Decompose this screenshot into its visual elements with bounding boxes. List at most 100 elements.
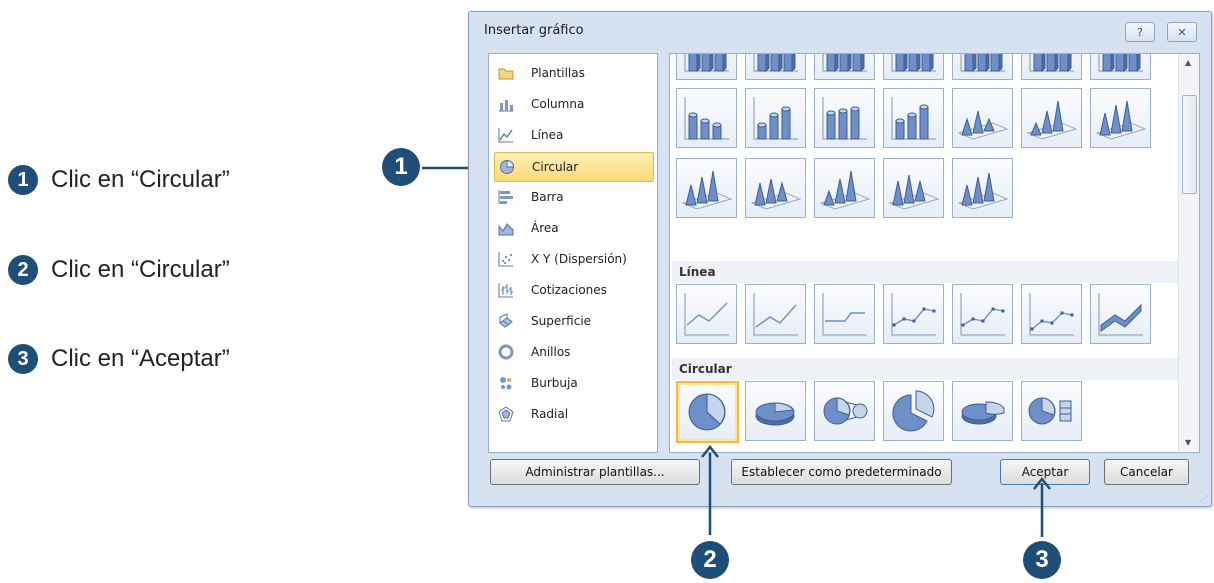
resize-grip-icon[interactable]: ⋰ — [1200, 494, 1208, 503]
category-label: Plantillas — [531, 66, 585, 80]
pie-chart-type-icon — [688, 393, 726, 431]
line-chart-type-thumbnail[interactable] — [676, 284, 737, 344]
pyramid-chart-type-icon — [819, 170, 871, 210]
area-chart-icon — [498, 220, 514, 236]
callout-arrow-2 — [701, 445, 719, 535]
set-default-button[interactable]: Establecer como predeterminado — [731, 459, 952, 485]
pyramid-chart-type-thumbnail[interactable] — [745, 158, 806, 218]
3d-pie-chart-type-thumbnail[interactable] — [745, 381, 806, 441]
cylinder-chart-type-icon — [891, 97, 936, 140]
help-button[interactable]: ? — [1125, 22, 1155, 42]
category-item-burbuja[interactable]: Burbuja — [494, 370, 652, 396]
pie-of-pie-chart-type-thumbnail[interactable] — [814, 381, 875, 441]
line-chart-type-thumbnail[interactable] — [745, 284, 806, 344]
cone-chart-type-icon — [1026, 100, 1078, 140]
scatter-chart-icon — [498, 251, 514, 267]
doughnut-chart-icon — [498, 344, 514, 360]
line-chart-type-thumbnail[interactable] — [883, 284, 944, 344]
column-chart-type-thumbnail[interactable] — [745, 54, 806, 80]
manage-templates-button[interactable]: Administrar plantillas... — [490, 459, 700, 485]
callout-arrow-3 — [1033, 477, 1051, 537]
exploded-3d-pie-chart-type-thumbnail[interactable] — [952, 381, 1013, 441]
column-chart-type-thumbnail[interactable] — [1021, 54, 1082, 80]
callout-1: 1 — [382, 148, 420, 186]
column-chart-type-icon — [1098, 54, 1143, 73]
cone-chart-type-icon — [1095, 100, 1147, 140]
pyramid-chart-type-thumbnail[interactable] — [883, 158, 944, 218]
cone-chart-type-thumbnail[interactable] — [952, 88, 1013, 148]
pie-chart-type-thumbnail[interactable] — [676, 381, 739, 443]
instruction-step-1: 1 Clic en “Circular” — [8, 165, 230, 195]
callout-3: 3 — [1023, 541, 1061, 579]
section-header-circular: Circular — [672, 358, 1185, 380]
chart-gallery: Línea Circular ▲ ▼ — [669, 53, 1200, 453]
column-chart-type-thumbnail[interactable] — [883, 54, 944, 80]
column-chart-type-icon — [1029, 54, 1074, 73]
pyramid-chart-type-thumbnail[interactable] — [676, 158, 737, 218]
category-label: Barra — [531, 190, 564, 204]
category-label: X Y (Dispersión) — [531, 252, 627, 266]
category-label: Cotizaciones — [531, 283, 607, 297]
pyramid-chart-type-icon — [888, 174, 940, 210]
category-item-dispersion[interactable]: X Y (Dispersión) — [494, 246, 652, 272]
category-item-circular[interactable]: Circular — [494, 152, 654, 182]
callout-2: 2 — [691, 541, 729, 579]
folder-icon — [498, 65, 514, 81]
cone-chart-type-thumbnail[interactable] — [1090, 88, 1151, 148]
step-text: Clic en “Aceptar” — [51, 345, 230, 372]
line-chart-type-thumbnail[interactable] — [952, 284, 1013, 344]
category-item-anillos[interactable]: Anillos — [494, 339, 652, 365]
category-item-columna[interactable]: Columna — [494, 91, 652, 117]
step-number-badge: 3 — [8, 344, 38, 374]
column-chart-type-thumbnail[interactable] — [814, 54, 875, 80]
column-chart-type-thumbnail[interactable] — [676, 54, 737, 80]
scroll-down-icon[interactable]: ▼ — [1185, 438, 1191, 447]
cylinder-chart-type-thumbnail[interactable] — [883, 88, 944, 148]
line-chart-type-thumbnail[interactable] — [1021, 284, 1082, 344]
pyramid-chart-type-icon — [681, 170, 733, 210]
column-chart-type-icon — [891, 54, 936, 73]
line-chart-type-icon — [891, 293, 936, 336]
category-item-barra[interactable]: Barra — [494, 184, 652, 210]
category-item-superficie[interactable]: Superficie — [494, 308, 652, 334]
section-header-linea: Línea — [672, 261, 1185, 283]
pyramid-chart-type-thumbnail[interactable] — [814, 158, 875, 218]
close-button[interactable]: ✕ — [1167, 22, 1197, 42]
category-label: Columna — [531, 97, 585, 111]
stock-chart-icon — [498, 282, 514, 298]
category-label: Burbuja — [531, 376, 578, 390]
cancel-button[interactable]: Cancelar — [1104, 459, 1189, 485]
category-item-cotizaciones[interactable]: Cotizaciones — [494, 277, 652, 303]
cylinder-chart-type-thumbnail[interactable] — [676, 88, 737, 148]
gallery-scrollbar[interactable]: ▲ ▼ — [1178, 54, 1199, 451]
cylinder-chart-type-thumbnail[interactable] — [745, 88, 806, 148]
category-label: Área — [531, 221, 559, 235]
line-chart-type-thumbnail[interactable] — [814, 284, 875, 344]
column-chart-type-thumbnail[interactable] — [1090, 54, 1151, 80]
column-chart-type-thumbnail[interactable] — [952, 54, 1013, 80]
cylinder-chart-type-thumbnail[interactable] — [814, 88, 875, 148]
3d-line-chart-type-thumbnail[interactable] — [1090, 284, 1151, 344]
scroll-up-icon[interactable]: ▲ — [1185, 58, 1191, 67]
bar-of-pie-chart-type-thumbnail[interactable] — [1021, 381, 1082, 441]
step-text: Clic en “Circular” — [51, 256, 230, 283]
line-chart-type-icon — [753, 293, 798, 336]
instruction-step-3: 3 Clic en “Aceptar” — [8, 344, 230, 374]
dialog-titlebar: Insertar gráfico ? ✕ — [469, 12, 1211, 50]
category-item-area[interactable]: Área — [494, 215, 652, 241]
insert-chart-dialog: Insertar gráfico ? ✕ Plantillas Columna … — [468, 11, 1212, 507]
line-chart-type-icon — [960, 293, 1005, 336]
bar-of-pie-chart-type-icon — [1028, 397, 1072, 425]
cone-chart-type-thumbnail[interactable] — [1021, 88, 1082, 148]
step-text: Clic en “Circular” — [51, 166, 230, 193]
category-item-plantillas[interactable]: Plantillas — [494, 60, 652, 86]
category-label: Superficie — [531, 314, 592, 328]
category-item-linea[interactable]: Línea — [494, 122, 652, 148]
scrollbar-thumb[interactable] — [1182, 95, 1197, 194]
exploded-pie-chart-type-thumbnail[interactable] — [883, 381, 944, 441]
category-item-radial[interactable]: Radial — [494, 401, 652, 427]
cylinder-chart-type-icon — [684, 97, 729, 140]
chart-category-list: Plantillas Columna Línea Circular Barra … — [488, 53, 658, 453]
instruction-step-2: 2 Clic en “Circular” — [8, 255, 230, 285]
pyramid-chart-type-thumbnail[interactable] — [952, 158, 1013, 218]
